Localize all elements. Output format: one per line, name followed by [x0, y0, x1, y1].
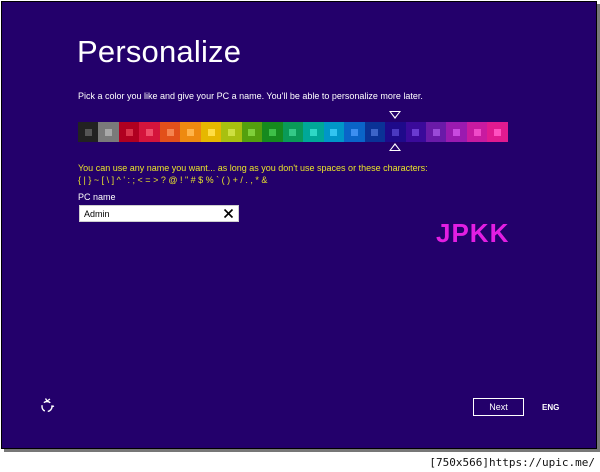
color-swatch-accent — [125, 128, 133, 136]
color-swatch-accent — [330, 128, 338, 136]
name-rules-line1: You can use any name you want... as long… — [78, 163, 428, 173]
color-swatch[interactable] — [139, 122, 160, 142]
pc-name-input[interactable] — [84, 207, 220, 221]
color-swatch-accent — [105, 128, 113, 136]
language-indicator[interactable]: ENG — [542, 403, 559, 412]
color-swatch-accent — [289, 128, 297, 136]
color-swatch[interactable] — [446, 122, 467, 142]
color-swatch[interactable] — [323, 122, 345, 142]
color-swatch-accent — [207, 128, 215, 136]
color-swatch-accent — [248, 128, 256, 136]
color-swatch-accent — [146, 128, 154, 136]
color-swatch[interactable] — [385, 122, 406, 142]
setup-window: Personalize Pick a color you like and gi… — [1, 1, 597, 449]
color-swatch[interactable] — [282, 122, 304, 142]
color-swatch[interactable] — [159, 122, 181, 142]
color-swatch[interactable] — [364, 122, 386, 142]
color-swatch[interactable] — [78, 122, 99, 142]
color-swatch[interactable] — [425, 122, 447, 142]
color-swatch-accent — [432, 128, 440, 136]
color-swatch[interactable] — [221, 122, 242, 142]
image-source-note: [750x566]https://upic.me/ — [429, 456, 595, 469]
color-swatch[interactable] — [180, 122, 201, 142]
pc-name-field[interactable] — [79, 205, 239, 222]
color-swatch-accent — [371, 128, 379, 136]
color-swatch[interactable] — [303, 122, 324, 142]
color-swatch-accent — [228, 128, 236, 136]
color-swatch[interactable] — [405, 122, 426, 142]
color-swatch-accent — [166, 128, 174, 136]
pc-name-label: PC name — [78, 192, 116, 202]
color-swatch[interactable] — [344, 122, 365, 142]
color-swatch[interactable] — [200, 122, 222, 142]
color-swatch[interactable] — [98, 122, 119, 142]
name-rules-line2: { | } ~ [ \ ] ^ ' : ; < = > ? @ ! " # $ … — [78, 175, 268, 185]
page-subtitle: Pick a color you like and give your PC a… — [78, 91, 423, 101]
color-swatch-accent — [309, 128, 317, 136]
color-picker[interactable] — [78, 122, 508, 142]
color-swatch-accent — [84, 128, 92, 136]
color-swatch[interactable] — [466, 122, 488, 142]
color-swatch[interactable] — [487, 122, 508, 142]
color-swatch-accent — [187, 128, 195, 136]
next-button[interactable]: Next — [473, 398, 524, 416]
color-selector-top-marker — [389, 111, 402, 119]
clear-icon[interactable] — [222, 207, 235, 220]
color-swatch-accent — [412, 128, 420, 136]
color-selector-bottom-marker — [389, 143, 402, 151]
color-swatch-accent — [494, 128, 502, 136]
color-swatch-accent — [391, 128, 399, 136]
watermark-text: JPKK — [436, 218, 510, 248]
color-swatch[interactable] — [262, 122, 283, 142]
color-swatch-accent — [473, 128, 481, 136]
name-rules-hint: You can use any name you want... as long… — [78, 162, 428, 186]
color-swatch-accent — [268, 128, 276, 136]
page-title: Personalize — [77, 34, 242, 69]
ease-of-access-icon[interactable] — [39, 398, 55, 414]
color-swatch[interactable] — [241, 122, 263, 142]
color-swatch-accent — [453, 128, 461, 136]
color-swatch-accent — [350, 128, 358, 136]
color-swatch[interactable] — [118, 122, 140, 142]
